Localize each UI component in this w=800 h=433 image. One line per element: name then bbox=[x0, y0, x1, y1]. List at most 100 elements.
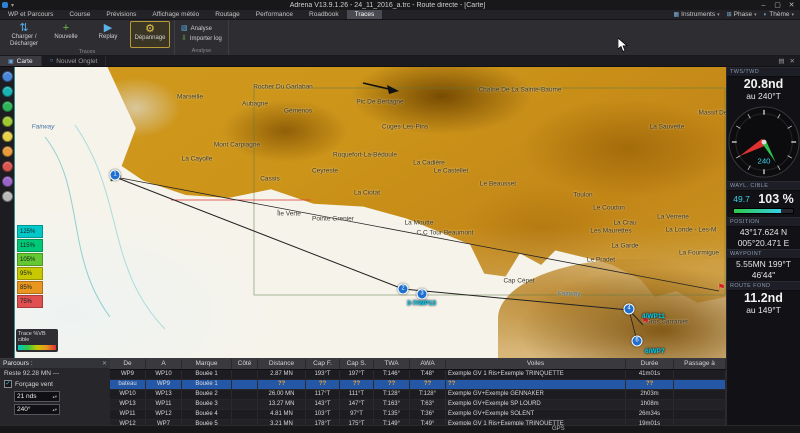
side-tool-6[interactable] bbox=[2, 146, 13, 157]
table-cell: WP13 bbox=[146, 390, 182, 399]
route-table: DeAMarqueCôtéDistanceCap F.Cap S.TWAAWAV… bbox=[110, 358, 726, 425]
map-label-le-beausset: Le Beausset bbox=[480, 181, 516, 188]
column-header-cap-s[interactable]: Cap S. bbox=[340, 359, 374, 369]
table-cell: 4.81 MN bbox=[258, 410, 306, 419]
menu-tab-performance[interactable]: Performance bbox=[248, 10, 301, 19]
side-tool-3[interactable] bbox=[2, 101, 13, 112]
grib-boundary bbox=[254, 88, 725, 295]
split-view-icon[interactable]: ▤ bbox=[778, 57, 784, 65]
column-header-dur-e[interactable]: Durée bbox=[626, 359, 674, 369]
map-label-la-cadi-re: La Cadière bbox=[413, 160, 445, 167]
menubar-phase-button[interactable]: ⊞Phase▾ bbox=[727, 11, 757, 18]
table-row[interactable]: WP11WP12Bouée 44.81 MN103°T97°TT:135°T:3… bbox=[110, 410, 726, 420]
side-tool-7[interactable] bbox=[2, 161, 13, 172]
map-label-la-crau: La Crau bbox=[613, 220, 636, 227]
table-row[interactable]: WP10WP13Bouée 226.00 MN117°T111°TT:128°T… bbox=[110, 390, 726, 400]
ribbon-nouvelle-icon: + bbox=[63, 22, 69, 34]
map-label-la-sauvette: La Sauvette bbox=[650, 124, 685, 131]
table-cell bbox=[232, 390, 258, 399]
close-parcours-icon[interactable]: ✕ bbox=[102, 360, 107, 367]
column-header-marque[interactable]: Marque bbox=[182, 359, 232, 369]
column-header-voiles[interactable]: Voiles bbox=[446, 359, 626, 369]
tab-nouvel-onglet[interactable]: ○ Nouvel Onglet bbox=[42, 56, 107, 66]
side-tool-8[interactable] bbox=[2, 176, 13, 187]
table-cell: 103°T bbox=[306, 410, 340, 419]
column-header-a[interactable]: A bbox=[146, 359, 182, 369]
close-tab-icon[interactable]: ✕ bbox=[790, 57, 795, 65]
spinner-icon[interactable]: ▴▾ bbox=[52, 394, 57, 399]
th-me-icon: ◐ bbox=[764, 12, 768, 18]
side-tool-4[interactable] bbox=[2, 116, 13, 127]
forcage-vent-checkbox[interactable]: ✓ Forçage vent bbox=[0, 379, 110, 389]
waypoint-marker-4[interactable]: 4 bbox=[624, 304, 635, 315]
app-icon bbox=[2, 2, 8, 8]
side-tool-9[interactable] bbox=[2, 191, 13, 202]
menu-tab-affichage-m-t-o[interactable]: Affichage météo bbox=[144, 10, 207, 19]
column-header-cap-f[interactable]: Cap F. bbox=[306, 359, 340, 369]
table-cell: T:48° bbox=[410, 370, 446, 379]
table-cell: 197°T bbox=[340, 370, 374, 379]
ribbon-button-label: Analyse bbox=[191, 26, 212, 33]
table-cell: 41m01s bbox=[626, 370, 674, 379]
table-row[interactable]: bateauWP9Bouée 1?????????????? bbox=[110, 380, 726, 390]
ribbon-button-analyse[interactable]: ▧Analyse bbox=[179, 25, 224, 33]
table-cell: 117°T bbox=[306, 390, 340, 399]
th-me-label: Thème bbox=[769, 11, 789, 18]
ribbon-button-charger[interactable]: ⇅Charger /Décharger bbox=[4, 21, 44, 48]
ribbon-group-label: Traces bbox=[4, 48, 170, 56]
legend-item: 85% bbox=[17, 281, 43, 294]
side-tool-2[interactable] bbox=[2, 86, 13, 97]
minimize-button[interactable]: – bbox=[757, 1, 770, 10]
close-button[interactable]: ✕ bbox=[785, 1, 798, 10]
nautical-chart[interactable]: MarseilleRocher Du GarlabanAubagneGémeno… bbox=[14, 67, 726, 358]
table-cell: WP10 bbox=[146, 370, 182, 379]
map-label-fairway: Fairway bbox=[558, 291, 581, 298]
menubar-th-me-button[interactable]: ◐Thème▾ bbox=[764, 11, 794, 18]
map-label-le-pradet: Le Pradet bbox=[587, 257, 615, 264]
tab-carte[interactable]: ▣ Carte bbox=[0, 56, 42, 66]
forcage-vent-label: Forçage vent bbox=[15, 381, 53, 388]
table-cell: Exemple GV+Exemple SOLENT bbox=[446, 410, 626, 419]
column-header-awa[interactable]: AWA bbox=[410, 359, 446, 369]
menu-tab-traces[interactable]: Traces bbox=[347, 10, 383, 19]
ribbon-button-replay[interactable]: ▶Replay bbox=[88, 21, 128, 48]
table-cell: WP11 bbox=[146, 400, 182, 409]
menu-tab-course[interactable]: Course bbox=[61, 10, 98, 19]
waypoint-label: WAYPOINT bbox=[730, 251, 762, 257]
column-header-twa[interactable]: TWA bbox=[374, 359, 410, 369]
table-row[interactable]: WP13WP11Bouée 313.27 MN143°T147°TT:163°T… bbox=[110, 400, 726, 410]
menu-tab-roadbook[interactable]: Roadbook bbox=[301, 10, 347, 19]
ribbon-button-d-pannage[interactable]: ⚙Dépannage bbox=[130, 21, 170, 48]
column-header-distance[interactable]: Distance bbox=[258, 359, 306, 369]
column-header-c-t[interactable]: Côté bbox=[232, 359, 258, 369]
ribbon-button-nouvelle[interactable]: +Nouvelle bbox=[46, 21, 86, 48]
waypoint-marker-6[interactable]: 6 bbox=[632, 336, 643, 347]
quick-access-caret-icon[interactable]: ▾ bbox=[11, 2, 14, 9]
spinner-icon[interactable]: ▴▾ bbox=[52, 407, 57, 412]
table-cell bbox=[232, 370, 258, 379]
instruments-label: Instruments bbox=[681, 11, 715, 18]
ribbon-button-importer-log[interactable]: ⇩Importer log bbox=[179, 35, 224, 43]
menu-tab-pr-visions[interactable]: Prévisions bbox=[98, 10, 144, 19]
maximize-button[interactable]: ▢ bbox=[771, 1, 784, 10]
wind-direction-input[interactable]: 240° ▴▾ bbox=[14, 404, 60, 415]
waypoint-marker-1[interactable]: 1 bbox=[110, 170, 121, 181]
table-cell: Exemple GV 1 Ris+Exemple TRINQUETTE bbox=[446, 370, 626, 379]
tws-value: 20.8nd bbox=[727, 77, 800, 91]
wind-speed-input[interactable]: 21 nds ▴▾ bbox=[14, 391, 60, 402]
menu-tab-routage[interactable]: Routage bbox=[207, 10, 248, 19]
table-cell bbox=[674, 390, 726, 399]
column-header-passage[interactable]: Passage à bbox=[674, 359, 726, 369]
menu-tab-wp-et-parcours[interactable]: WP et Parcours bbox=[0, 10, 61, 19]
waypoint-marker-3[interactable]: 3 bbox=[417, 289, 428, 300]
map-label-roquefort-la-b-doule: Roquefort-La-Bédoule bbox=[333, 152, 397, 159]
map-label-cassis: Cassis bbox=[260, 176, 280, 183]
column-header-de[interactable]: De bbox=[110, 359, 146, 369]
table-row[interactable]: WP9WP10Bouée 12.87 MN193°T197°TT:146°T:4… bbox=[110, 370, 726, 380]
menubar-instruments-button[interactable]: ▦Instruments▾ bbox=[673, 11, 719, 18]
table-cell: 26m34s bbox=[626, 410, 674, 419]
side-tool-5[interactable] bbox=[2, 131, 13, 142]
waypoint-marker-2[interactable]: 2 bbox=[398, 284, 409, 295]
side-tool-1[interactable] bbox=[2, 71, 13, 82]
ribbon-button-label: Replay bbox=[99, 34, 118, 41]
